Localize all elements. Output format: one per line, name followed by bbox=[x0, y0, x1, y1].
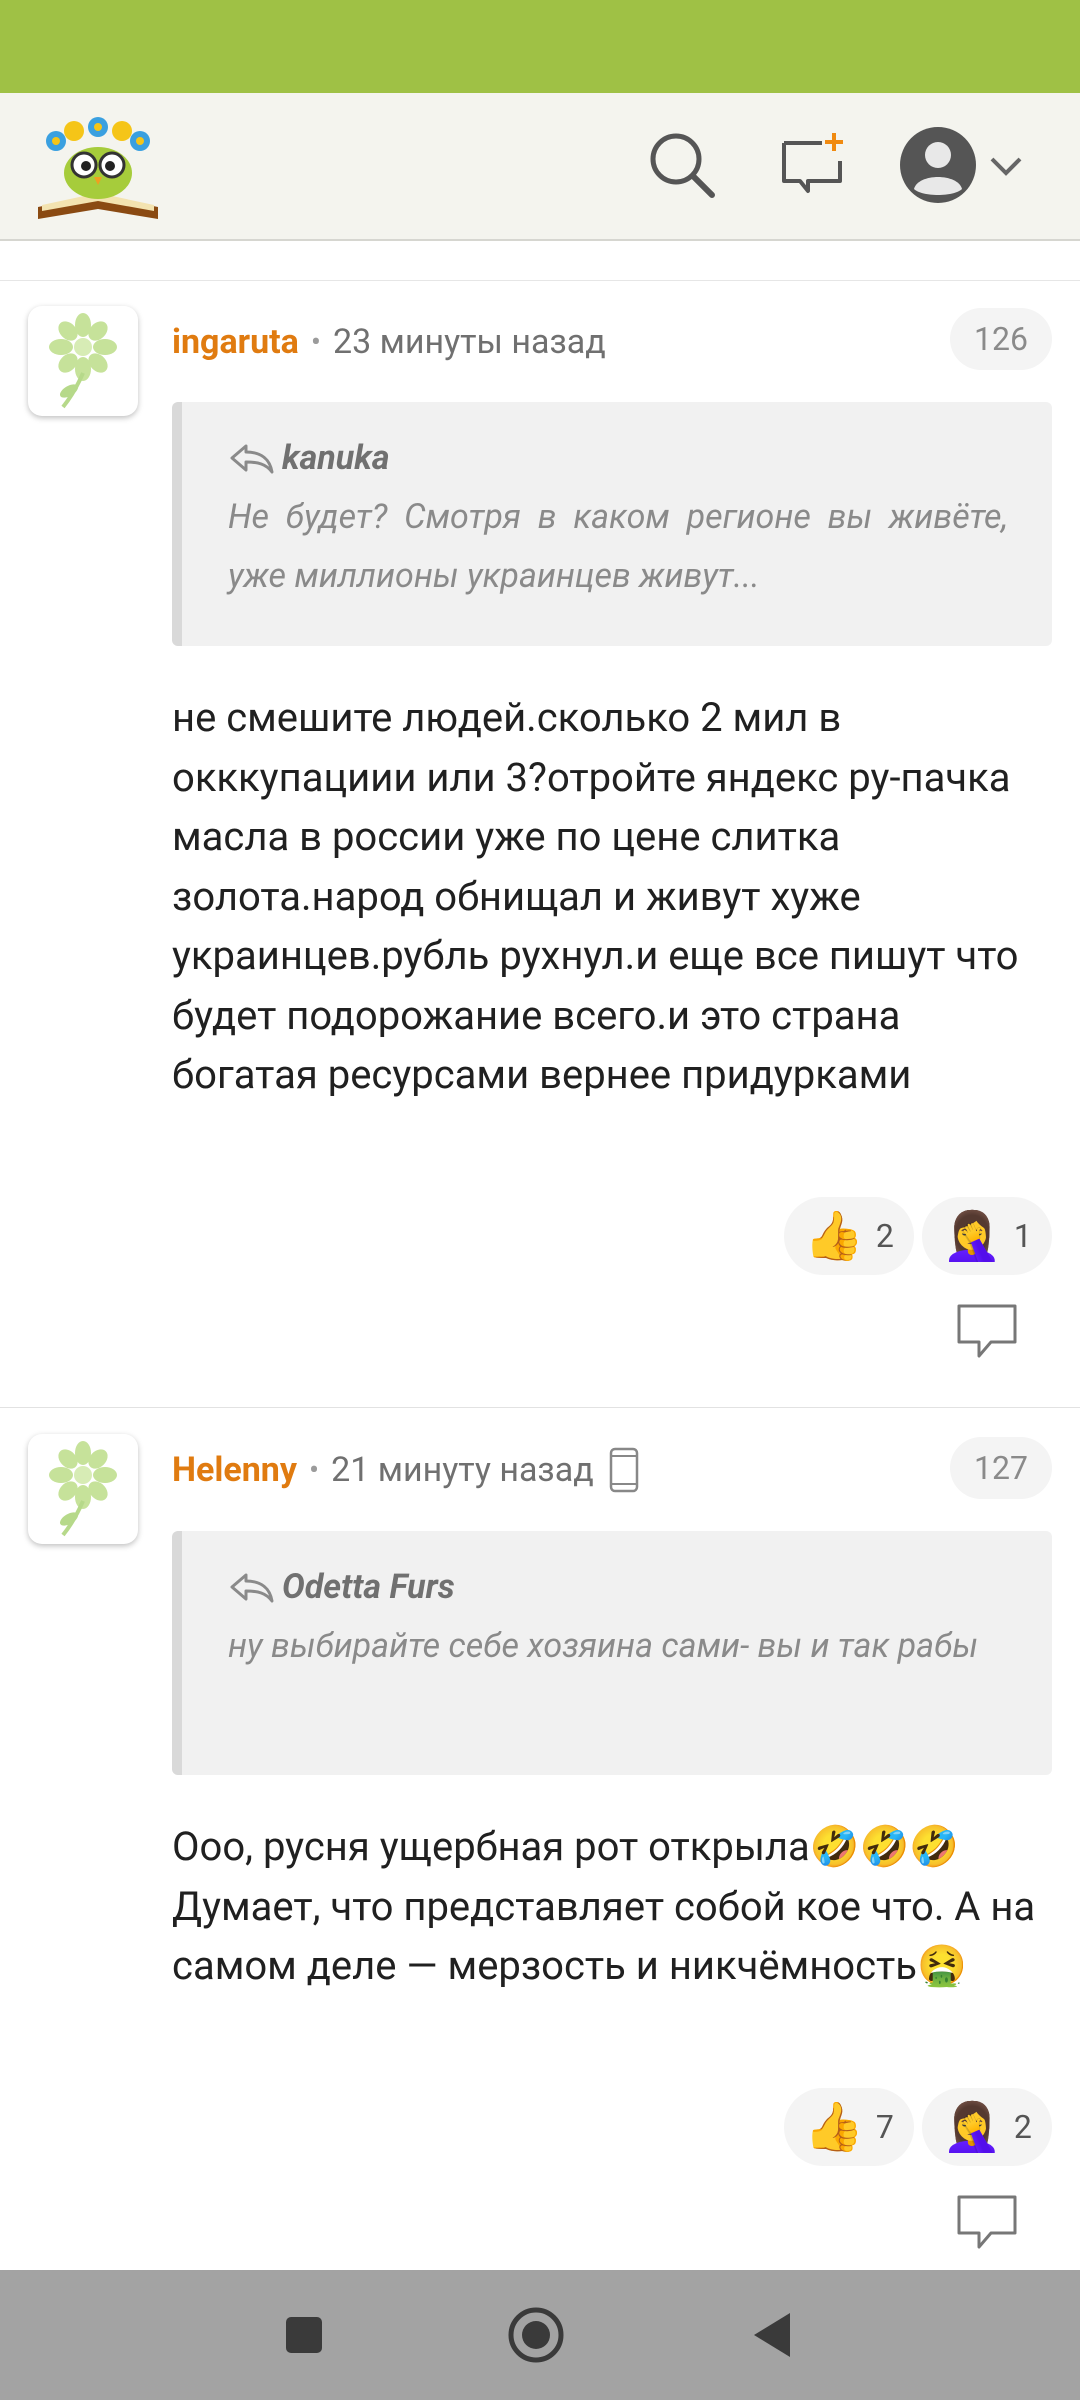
comment-time: 21 минуту назад bbox=[331, 1450, 594, 1490]
home-circle-icon bbox=[508, 2307, 564, 2363]
reply-comment-icon[interactable] bbox=[955, 2193, 1019, 2251]
quote-author: Odetta Furs bbox=[282, 1567, 455, 1607]
quote-author-row: Odetta Furs bbox=[228, 1567, 1008, 1607]
facepalm-reaction-button[interactable]: 🤦‍♀️ 1 bbox=[922, 1197, 1052, 1275]
reply-comment-icon[interactable] bbox=[955, 1302, 1019, 1360]
search-icon bbox=[650, 133, 715, 198]
comment-number-badge[interactable]: 127 bbox=[950, 1437, 1052, 1499]
quote-block[interactable]: kanuka Не будет? Смотря в каком регионе … bbox=[172, 402, 1052, 646]
reply-arrow-icon bbox=[230, 444, 274, 474]
search-button[interactable] bbox=[640, 123, 724, 207]
mobile-phone-icon bbox=[608, 1446, 640, 1494]
avatar[interactable] bbox=[28, 306, 138, 416]
daisy-avatar-icon bbox=[49, 1441, 117, 1537]
thumbs-up-icon: 👍 bbox=[804, 2098, 864, 2155]
facepalm-icon: 🤦‍♀️ bbox=[942, 2098, 1002, 2155]
comment-author[interactable]: ingaruta bbox=[172, 322, 299, 362]
facepalm-icon: 🤦‍♀️ bbox=[942, 1207, 1002, 1264]
comment-meta: ingaruta • 23 минуты назад bbox=[172, 312, 606, 372]
home-button[interactable] bbox=[506, 2305, 566, 2365]
back-triangle-icon bbox=[754, 2313, 790, 2357]
comment-author[interactable]: Helenny bbox=[172, 1450, 297, 1490]
comment-number-badge[interactable]: 126 bbox=[950, 308, 1052, 370]
user-avatar-icon bbox=[900, 127, 976, 203]
thumbs-up-icon: 👍 bbox=[804, 1207, 864, 1264]
square-icon bbox=[286, 2317, 322, 2353]
app-header bbox=[0, 93, 1080, 241]
recent-apps-button[interactable] bbox=[274, 2305, 334, 2365]
comment-separator bbox=[0, 1407, 1080, 1408]
owl-on-book-logo bbox=[38, 117, 158, 219]
like-reaction-button[interactable]: 👍 2 bbox=[784, 1197, 914, 1275]
quote-text: ну выбирайте себе хозяина сами- вы и так… bbox=[228, 1626, 979, 1666]
quote-text: Не будет? Смотря в каком регионе вы живё… bbox=[228, 497, 1008, 596]
quote-author: kanuka bbox=[282, 438, 390, 478]
back-button[interactable] bbox=[742, 2305, 802, 2365]
comment-body: Ооо, русня ущербная рот открыла🤣🤣🤣 Думае… bbox=[172, 1823, 1036, 1989]
new-message-icon bbox=[782, 133, 843, 193]
facepalm-count: 1 bbox=[1013, 1217, 1032, 1255]
quote-block[interactable]: Odetta Furs ну выбирайте себе хозяина са… bbox=[172, 1531, 1052, 1775]
facepalm-count: 2 bbox=[1013, 2108, 1032, 2146]
comment-time: 23 минуты назад bbox=[333, 322, 606, 362]
daisy-avatar-icon bbox=[49, 313, 117, 409]
site-logo[interactable] bbox=[34, 111, 162, 223]
like-count: 7 bbox=[875, 2108, 894, 2146]
comment-body: не смешите людей.сколько 2 мил в окккупа… bbox=[172, 694, 1019, 1098]
status-bar bbox=[0, 0, 1080, 93]
profile-menu-button[interactable] bbox=[898, 117, 1038, 213]
comment-meta: Helenny • 21 минуту назад bbox=[172, 1440, 640, 1500]
separator-dot: • bbox=[310, 324, 321, 360]
quote-author-row: kanuka bbox=[228, 438, 1008, 478]
divider bbox=[0, 280, 1080, 281]
separator-dot: • bbox=[308, 1452, 320, 1488]
facepalm-reaction-button[interactable]: 🤦‍♀️ 2 bbox=[922, 2088, 1052, 2166]
new-post-button[interactable] bbox=[772, 123, 856, 207]
chevron-down-icon bbox=[990, 157, 1022, 176]
reply-arrow-icon bbox=[230, 1573, 274, 1603]
like-reaction-button[interactable]: 👍 7 bbox=[784, 2088, 914, 2166]
avatar[interactable] bbox=[28, 1434, 138, 1544]
system-navigation-bar bbox=[0, 2270, 1080, 2400]
like-count: 2 bbox=[875, 1217, 894, 1255]
